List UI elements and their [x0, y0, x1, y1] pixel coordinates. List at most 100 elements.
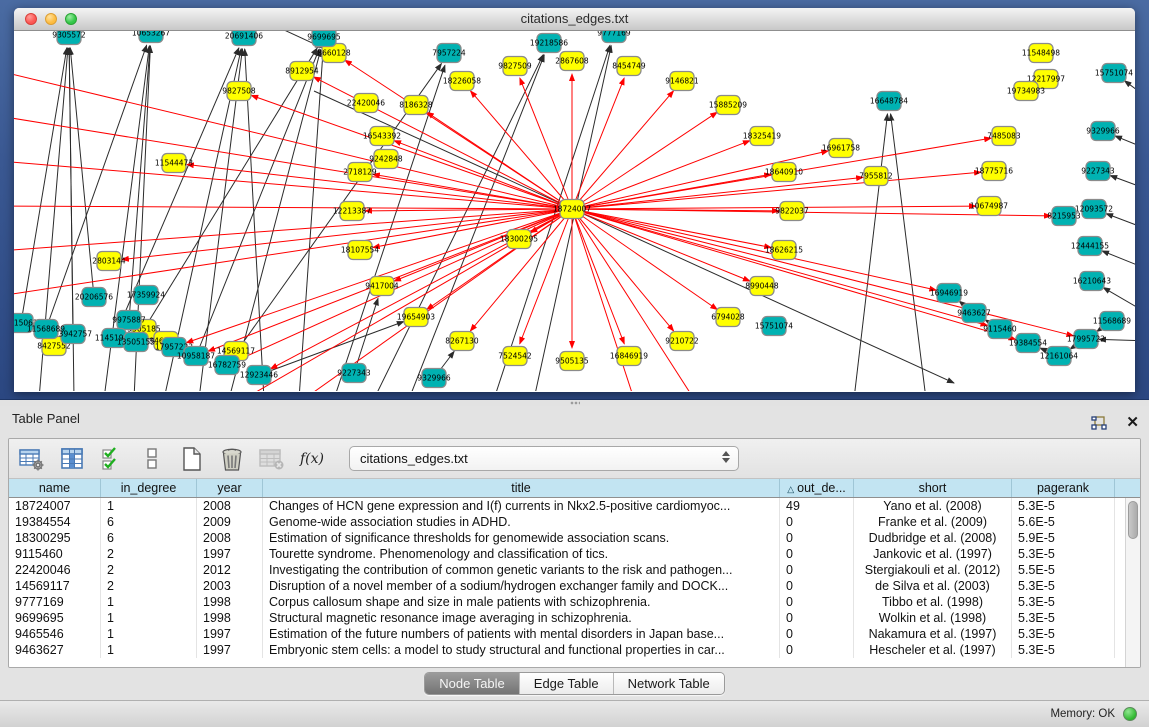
graph-node[interactable]: 9975887: [112, 311, 146, 330]
graph-node[interactable]: 9827509: [498, 57, 532, 76]
table-row[interactable]: 911546021997Tourette syndrome. Phenomeno…: [9, 546, 1125, 562]
graph-node[interactable]: 10674987: [970, 197, 1008, 216]
graph-node[interactable]: 19384554: [1009, 334, 1047, 353]
graph-node[interactable]: 18775716: [975, 162, 1013, 181]
graph-node[interactable]: 15751074: [755, 317, 793, 336]
graph-edge: [196, 49, 319, 356]
scrollbar-thumb[interactable]: [1128, 501, 1138, 539]
table-row[interactable]: 1872400712008Changes of HCN gene express…: [9, 498, 1125, 514]
close-panel-icon[interactable]: ✕: [1126, 415, 1139, 431]
memory-status-indicator-icon[interactable]: [1123, 707, 1137, 721]
column-header-out_de[interactable]: △out_de...: [780, 479, 854, 497]
graph-node[interactable]: 9210722: [665, 332, 699, 351]
graph-node[interactable]: 9329966: [1086, 122, 1120, 141]
graph-node[interactable]: 7957224: [432, 44, 466, 63]
table-row[interactable]: 1830029562008Estimation of significance …: [9, 530, 1125, 546]
column-header-title[interactable]: title: [263, 479, 780, 497]
column-header-year[interactable]: year: [197, 479, 263, 497]
graph-node[interactable]: 20206576: [75, 288, 113, 307]
graph-node[interactable]: 16946919: [930, 284, 968, 303]
column-header-short[interactable]: short: [854, 479, 1012, 497]
table-row[interactable]: 1938455462009Genome-wide association stu…: [9, 514, 1125, 530]
float-panel-icon[interactable]: [1086, 410, 1112, 436]
table-row[interactable]: 946362711997Embryonic stem cells: a mode…: [9, 642, 1125, 658]
column-header-in_degree[interactable]: in_degree: [101, 479, 197, 497]
graph-node[interactable]: 15885209: [709, 96, 747, 115]
graph-node[interactable]: 16846919: [610, 347, 648, 366]
new-document-icon[interactable]: [179, 446, 205, 472]
table-row[interactable]: 969969511998Structural magnetic resonanc…: [9, 610, 1125, 626]
graph-node[interactable]: 9827508: [222, 82, 256, 101]
graph-node[interactable]: 9417004: [365, 277, 399, 296]
function-builder-icon[interactable]: f(x): [299, 446, 325, 472]
graph-node[interactable]: 17995722: [1067, 330, 1105, 349]
minimize-window-button[interactable]: [45, 13, 57, 25]
table-row[interactable]: 1456911722003Disruption of a novel membe…: [9, 578, 1125, 594]
table-row[interactable]: 977716911998Corpus callosum shape and si…: [9, 594, 1125, 610]
graph-node[interactable]: 8990448: [745, 277, 779, 296]
graph-node[interactable]: 2718129: [343, 163, 377, 182]
graph-node[interactable]: 11568689: [1093, 312, 1131, 331]
close-window-button[interactable]: [25, 13, 37, 25]
graph-node[interactable]: 9227343: [1081, 162, 1115, 181]
column-header-name[interactable]: name: [9, 479, 101, 497]
tab-node-table[interactable]: Node Table: [425, 673, 520, 694]
graph-node[interactable]: 16210643: [1073, 272, 1111, 291]
graph-node[interactable]: 12444155: [1071, 237, 1109, 256]
graph-node[interactable]: 18325419: [743, 127, 781, 146]
graph-node[interactable]: 9242848: [369, 150, 403, 169]
network-graph-canvas[interactable]: 1872400798220371862621589904486794028921…: [14, 31, 1135, 391]
graph-node[interactable]: 9822037: [775, 202, 809, 221]
zoom-window-button[interactable]: [65, 13, 77, 25]
graph-node[interactable]: 16961758: [822, 139, 860, 158]
graph-node[interactable]: 16543392: [363, 127, 401, 146]
graph-node[interactable]: 8912954: [285, 62, 319, 81]
graph-node[interactable]: 20691406: [225, 31, 263, 46]
graph-node[interactable]: 12161064: [1040, 347, 1078, 366]
graph-node[interactable]: 12213387: [333, 202, 371, 221]
table-row[interactable]: 946554611997Estimation of the future num…: [9, 626, 1125, 642]
graph-node[interactable]: 9329966: [417, 369, 451, 388]
graph-node[interactable]: 7524542: [498, 347, 532, 366]
delete-trash-icon[interactable]: [219, 446, 245, 472]
graph-node[interactable]: 9305572: [52, 31, 86, 45]
graph-node[interactable]: 11544473: [155, 154, 193, 173]
graph-node[interactable]: 8186328: [399, 96, 433, 115]
graph-node[interactable]: 9505135: [555, 352, 589, 371]
graph-node[interactable]: 8454749: [612, 57, 646, 76]
graph-node[interactable]: 9699695: [307, 31, 341, 47]
table-row[interactable]: 2242004622012Investigating the contribut…: [9, 562, 1125, 578]
graph-node[interactable]: 9227343: [337, 364, 371, 383]
graph-node[interactable]: 2803144: [92, 252, 126, 271]
graph-node[interactable]: 7485083: [987, 127, 1021, 146]
column-header-pagerank[interactable]: pagerank: [1012, 479, 1115, 497]
tab-network-table[interactable]: Network Table: [614, 673, 724, 694]
graph-node[interactable]: 8267130: [445, 332, 479, 351]
table-selector-dropdown[interactable]: citations_edges.txt: [349, 446, 739, 471]
graph-node[interactable]: 11548498: [1022, 44, 1060, 63]
graph-node[interactable]: 9146821: [665, 72, 699, 91]
row-height-icon[interactable]: [139, 446, 165, 472]
network-window-titlebar[interactable]: citations_edges.txt: [14, 8, 1135, 31]
graph-node[interactable]: 8215953: [1047, 207, 1081, 226]
graph-node[interactable]: 18640910: [765, 163, 803, 182]
table-settings-icon[interactable]: [19, 446, 45, 472]
tab-edge-table[interactable]: Edge Table: [520, 673, 614, 694]
graph-node[interactable]: 10653267: [132, 31, 170, 43]
graph-node[interactable]: 9463627: [957, 304, 991, 323]
graph-node[interactable]: 17359924: [127, 286, 165, 305]
select-columns-icon[interactable]: [99, 446, 125, 472]
graph-node[interactable]: 9115460: [983, 320, 1017, 339]
vertical-scrollbar[interactable]: [1125, 498, 1140, 668]
graph-node[interactable]: 9777169: [597, 31, 631, 43]
graph-edge: [69, 48, 73, 334]
graph-node[interactable]: 18226058: [443, 72, 481, 91]
graph-node[interactable]: 16648784: [870, 92, 908, 111]
graph-node[interactable]: 6794028: [711, 308, 745, 327]
graph-node[interactable]: 15751074: [1095, 64, 1133, 83]
graph-node[interactable]: 7955812: [859, 167, 893, 186]
column-visibility-icon[interactable]: [59, 446, 85, 472]
graph-node[interactable]: 19218586: [530, 34, 568, 53]
graph-node[interactable]: 2867608: [555, 52, 589, 71]
graph-node[interactable]: 18626215: [765, 241, 803, 260]
